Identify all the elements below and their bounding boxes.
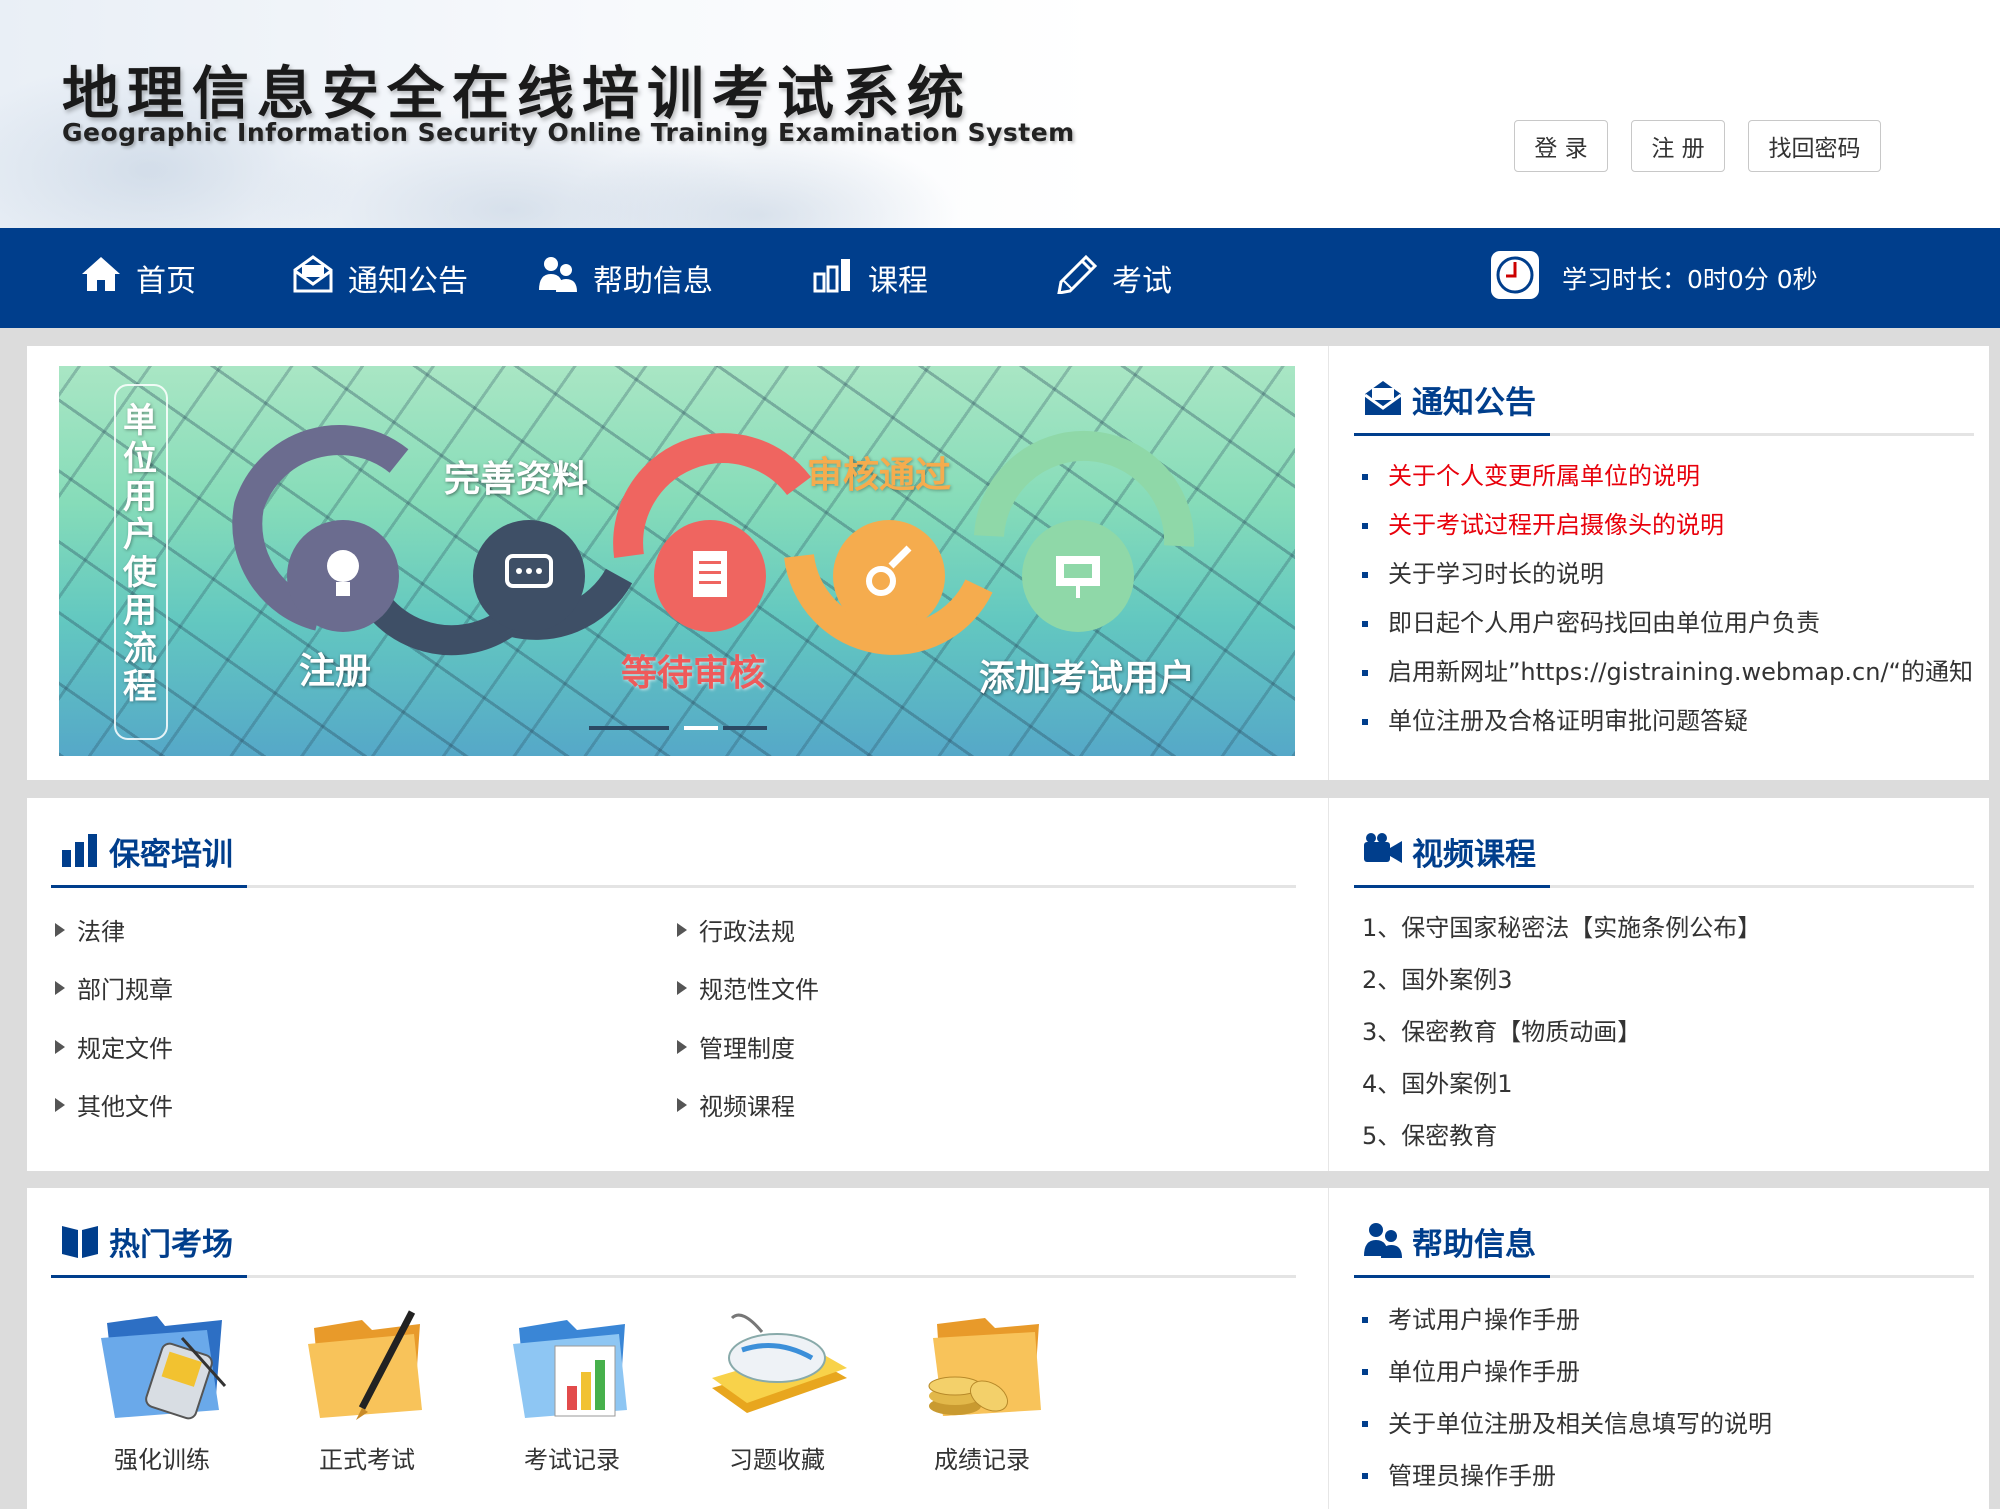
exam-entry-formal-exam[interactable]: 正式考试: [272, 1298, 462, 1475]
exam-entry-score-records[interactable]: 成绩记录: [887, 1298, 1077, 1475]
help-item[interactable]: 关于单位注册及相关信息填写的说明: [1354, 1398, 1772, 1450]
pencil-icon: [1056, 254, 1112, 302]
training-category-item[interactable]: 部门规章: [55, 970, 173, 1005]
training-title: 保密培训: [109, 837, 233, 873]
exam-entry-label: 正式考试: [319, 1446, 415, 1474]
folder-coins-icon: [928, 1318, 1041, 1416]
nav-courses-label: 课程: [868, 264, 928, 299]
folder-pda-icon: [101, 1316, 227, 1420]
banner-step-register: 注册: [299, 651, 372, 692]
nav-home[interactable]: 首页: [80, 228, 196, 328]
study-timer: 学习时长：0时0分 0秒: [1490, 228, 1818, 328]
home-icon: [80, 254, 136, 302]
training-panel: 保密培训 法律 行政法规 部门规章 规范性文件 规定文件 管理制度 其他文件 视…: [27, 798, 1328, 1171]
nav-help-label: 帮助信息: [593, 264, 713, 299]
videos-header: 视频课程: [1354, 818, 1974, 888]
videos-title: 视频课程: [1412, 837, 1536, 873]
training-category-item[interactable]: 视频课程: [677, 1087, 795, 1122]
video-item[interactable]: 3、保密教育【物质动画】: [1362, 1012, 1641, 1047]
recover-password-button[interactable]: 找回密码: [1748, 120, 1881, 172]
nav-notices-label: 通知公告: [348, 264, 468, 299]
help-title: 帮助信息: [1412, 1227, 1536, 1263]
site-subtitle: Geographic Information Security Online T…: [62, 118, 1075, 147]
training-category-item[interactable]: 规范性文件: [677, 970, 819, 1005]
bar-chart-icon: [812, 254, 868, 302]
login-button[interactable]: 登 录: [1514, 120, 1608, 172]
notices-header: 通知公告: [1354, 366, 1974, 436]
video-camera-icon: [1362, 830, 1404, 874]
exams-header: 热门考场: [51, 1208, 1296, 1278]
nav-help[interactable]: 帮助信息: [537, 228, 713, 328]
notice-item[interactable]: 即日起个人用户密码找回由单位用户负责: [1354, 599, 1973, 648]
notice-item[interactable]: 关于学习时长的说明: [1354, 550, 1973, 599]
help-panel: 帮助信息 考试用户操作手册 单位用户操作手册 关于单位注册及相关信息填写的说明 …: [1328, 1188, 1989, 1509]
notices-panel: 通知公告 关于个人变更所属单位的说明 关于考试过程开启摄像头的说明 关于学习时长…: [1328, 346, 1989, 780]
training-category-item[interactable]: 行政法规: [677, 912, 795, 947]
study-timer-label: 学习时长：0时0分 0秒: [1562, 265, 1818, 294]
exam-entry-label: 成绩记录: [934, 1446, 1030, 1474]
nav-home-label: 首页: [136, 264, 196, 299]
banner-step-awaiting-review: 等待审核: [621, 653, 766, 694]
video-item[interactable]: 4、国外案例1: [1362, 1064, 1513, 1099]
exams-panel: 热门考场 强化训练 正式考试 考试记录 习题收藏 成绩记录: [27, 1188, 1328, 1509]
training-header: 保密培训: [51, 818, 1296, 888]
notice-item[interactable]: 启用新网址”https://gistraining.webmap.cn/“的通知: [1354, 648, 1973, 697]
banner-step-complete-profile: 完善资料: [444, 459, 589, 500]
notices-title: 通知公告: [1412, 385, 1536, 421]
help-item[interactable]: 单位用户操作手册: [1354, 1346, 1772, 1398]
exam-entry-label: 强化训练: [114, 1446, 210, 1474]
envelope-icon: [292, 254, 348, 302]
notice-item[interactable]: 关于个人变更所属单位的说明: [1354, 452, 1973, 501]
notice-item[interactable]: 单位注册及合格证明审批问题答疑: [1354, 697, 1973, 746]
slide-indicator-1[interactable]: [589, 726, 669, 730]
notice-item[interactable]: 关于考试过程开启摄像头的说明: [1354, 501, 1973, 550]
site-header: 地理信息安全在线培训考试系统 Geographic Information Se…: [0, 0, 2000, 228]
nav-exams[interactable]: 考试: [1056, 228, 1172, 328]
folder-mouse-icon: [712, 1313, 847, 1413]
training-chart-icon: [59, 830, 101, 874]
video-item[interactable]: 1、保守国家秘密法【实施条例公布】: [1362, 908, 1761, 943]
folder-pen-icon: [308, 1310, 422, 1420]
exam-entry-question-favorites[interactable]: 习题收藏: [682, 1298, 872, 1475]
video-item[interactable]: 2、国外案例3: [1362, 960, 1513, 995]
help-item[interactable]: 管理员操作手册: [1354, 1450, 1772, 1502]
register-button[interactable]: 注 册: [1631, 120, 1725, 172]
book-icon: [59, 1220, 101, 1264]
training-category-item[interactable]: 管理制度: [677, 1029, 795, 1064]
notices-list: 关于个人变更所属单位的说明 关于考试过程开启摄像头的说明 关于学习时长的说明 即…: [1354, 452, 1973, 746]
banner-step-approved: 审核通过: [807, 455, 952, 496]
banner-step-add-exam-users: 添加考试用户: [979, 658, 1196, 699]
slide-indicator-3[interactable]: [723, 726, 767, 730]
help-users-icon: [1362, 1220, 1404, 1264]
folder-report-icon: [513, 1320, 627, 1418]
training-category-item[interactable]: 其他文件: [55, 1087, 173, 1122]
process-banner[interactable]: 单位用户使用流程 注册 完善资料 等待审核 审核通过 添加考试用户: [59, 366, 1295, 756]
exam-entry-exam-records[interactable]: 考试记录: [477, 1298, 667, 1475]
nav-exams-label: 考试: [1112, 264, 1172, 299]
exam-entry-intensive-training[interactable]: 强化训练: [67, 1298, 257, 1475]
nav-courses[interactable]: 课程: [812, 228, 928, 328]
main-nav: 首页 通知公告 帮助信息 课程 考试 学习时长：0时0分 0秒: [0, 228, 2000, 328]
slide-indicator-2[interactable]: [684, 726, 718, 730]
exams-title: 热门考场: [109, 1227, 233, 1263]
help-item[interactable]: 考试用户操作手册: [1354, 1294, 1772, 1346]
training-category-item[interactable]: 法律: [55, 912, 125, 947]
video-item[interactable]: 5、保密教育: [1362, 1116, 1497, 1151]
clock-icon: [1490, 250, 1540, 306]
videos-panel: 视频课程 1、保守国家秘密法【实施条例公布】 2、国外案例3 3、保密教育【物质…: [1328, 798, 1989, 1171]
users-icon: [537, 254, 593, 302]
exam-entry-label: 习题收藏: [729, 1446, 825, 1474]
notices-envelope-icon: [1362, 378, 1404, 422]
exam-entry-label: 考试记录: [524, 1446, 620, 1474]
nav-notices[interactable]: 通知公告: [292, 228, 468, 328]
training-category-item[interactable]: 规定文件: [55, 1029, 173, 1064]
help-list: 考试用户操作手册 单位用户操作手册 关于单位注册及相关信息填写的说明 管理员操作…: [1354, 1294, 1772, 1502]
help-header: 帮助信息: [1354, 1208, 1974, 1278]
